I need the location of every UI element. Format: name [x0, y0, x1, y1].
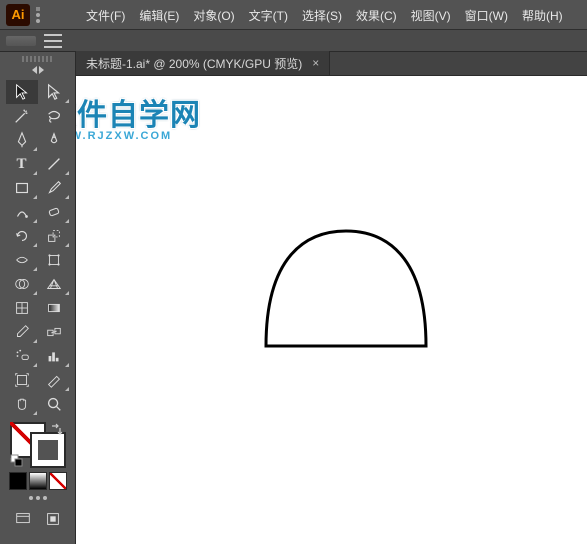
menu-help[interactable]: 帮助(H) [516, 3, 569, 28]
close-tab-icon[interactable]: × [312, 56, 319, 70]
document-tabs: 未标题-1.ai* @ 200% (CMYK/GPU 预览) × [76, 52, 587, 76]
control-panel [0, 30, 587, 52]
shape-builder-tool[interactable] [6, 272, 38, 296]
fill-stroke-swatch[interactable] [10, 422, 66, 468]
stroke-swatch[interactable] [30, 432, 66, 468]
width-tool[interactable] [6, 248, 38, 272]
color-mode-solid[interactable] [9, 472, 27, 490]
artboard-tool[interactable] [6, 368, 38, 392]
selection-tool[interactable] [6, 80, 38, 104]
shaper-tool[interactable] [6, 200, 38, 224]
tools-panel: T [0, 52, 76, 544]
window-layout-icon[interactable] [36, 7, 40, 23]
canvas[interactable]: 软件自学网 WWW.RJZXW.COM [76, 76, 587, 544]
direct-selection-tool[interactable] [38, 80, 70, 104]
menu-edit[interactable]: 编辑(E) [133, 3, 185, 28]
menu-effect[interactable]: 效果(C) [350, 3, 403, 28]
panel-grip[interactable] [6, 36, 36, 46]
zoom-tool[interactable] [38, 392, 70, 416]
rectangle-tool[interactable] [6, 176, 38, 200]
color-mode-gradient[interactable] [29, 472, 47, 490]
menu-window[interactable]: 窗口(W) [459, 3, 514, 28]
document-tab-title: 未标题-1.ai* @ 200% (CMYK/GPU 预览) [86, 55, 302, 72]
menu-view[interactable]: 视图(V) [405, 3, 457, 28]
menubar: 文件(F) 编辑(E) 对象(O) 文字(T) 选择(S) 效果(C) 视图(V… [80, 0, 569, 30]
column-graph-tool[interactable] [38, 344, 70, 368]
magic-wand-tool[interactable] [6, 104, 38, 128]
color-mode-row [9, 472, 67, 490]
drawing-mode-icon[interactable] [41, 508, 65, 530]
panel-menu-icon[interactable] [44, 34, 62, 48]
document-tab[interactable]: 未标题-1.ai* @ 200% (CMYK/GPU 预览) × [76, 51, 330, 75]
app-logo: Ai [6, 4, 30, 26]
rotate-tool[interactable] [6, 224, 38, 248]
line-tool[interactable] [38, 152, 70, 176]
blend-tool[interactable] [38, 320, 70, 344]
symbol-sprayer-tool[interactable] [6, 344, 38, 368]
menu-select[interactable]: 选择(S) [296, 3, 348, 28]
hand-tool[interactable] [6, 392, 38, 416]
menu-file[interactable]: 文件(F) [80, 3, 131, 28]
scale-tool[interactable] [38, 224, 70, 248]
eraser-tool[interactable] [38, 200, 70, 224]
tools-grip[interactable] [22, 56, 54, 62]
lasso-tool[interactable] [38, 104, 70, 128]
tools-more-icon[interactable] [29, 496, 47, 500]
slice-tool[interactable] [38, 368, 70, 392]
paintbrush-tool[interactable] [38, 176, 70, 200]
swap-fill-stroke-icon[interactable] [50, 422, 64, 436]
perspective-grid-tool[interactable] [38, 272, 70, 296]
gradient-tool[interactable] [38, 296, 70, 320]
menu-object[interactable]: 对象(O) [187, 3, 240, 28]
default-fill-stroke-icon[interactable] [10, 454, 24, 468]
screen-mode-icon[interactable] [11, 508, 35, 530]
pen-tool[interactable] [6, 128, 38, 152]
watermark-title: 软件自学网 [76, 90, 201, 134]
type-tool[interactable]: T [6, 152, 38, 176]
eyedropper-tool[interactable] [6, 320, 38, 344]
menu-type[interactable]: 文字(T) [243, 3, 294, 28]
free-transform-tool[interactable] [38, 248, 70, 272]
color-mode-none[interactable] [49, 472, 67, 490]
tools-collapse-icon[interactable] [32, 66, 44, 76]
curvature-tool[interactable] [38, 128, 70, 152]
mesh-tool[interactable] [6, 296, 38, 320]
watermark: 软件自学网 WWW.RJZXW.COM [76, 90, 201, 142]
